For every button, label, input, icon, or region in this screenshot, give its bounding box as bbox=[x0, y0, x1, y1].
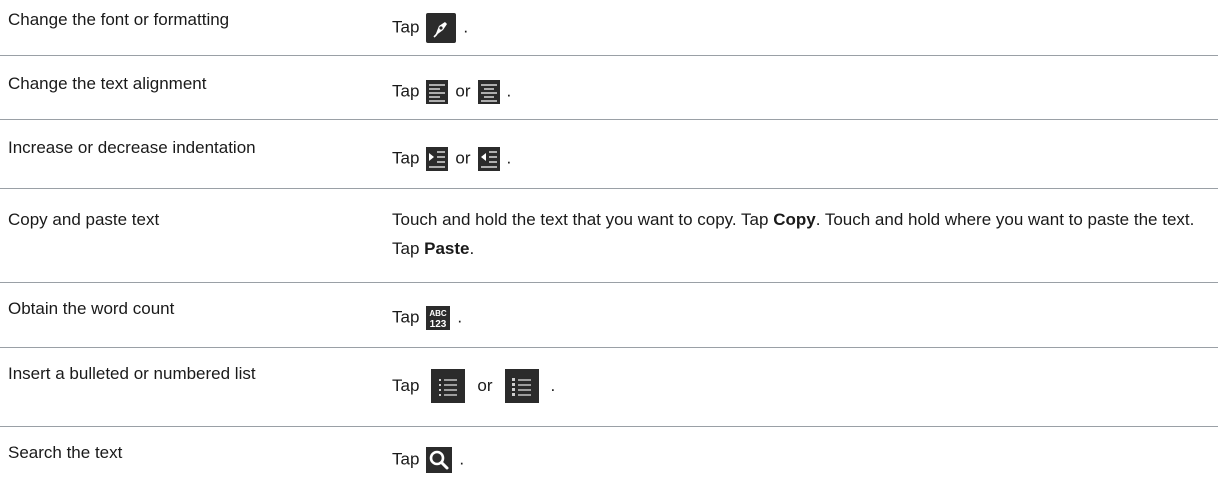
tap-text: Tap bbox=[392, 17, 420, 37]
table-row-font-formatting: Change the font or formatting Tap . bbox=[0, 0, 1218, 56]
table-row-word-count: Obtain the word count Tap ABC 123 . bbox=[0, 282, 1218, 348]
word-count-bottom-text: 123 bbox=[430, 319, 447, 330]
table-row-search: Search the text Tap . bbox=[0, 426, 1218, 488]
period-text: . bbox=[457, 307, 463, 327]
instruction-text: . bbox=[469, 239, 475, 258]
copy-command: Copy bbox=[773, 210, 816, 229]
task-label: Search the text bbox=[8, 443, 123, 462]
paste-command: Paste bbox=[424, 239, 470, 258]
task-label: Increase or decrease indentation bbox=[8, 138, 256, 157]
or-text: or bbox=[455, 148, 471, 168]
action-cell: Touch and hold the text that you want to… bbox=[392, 205, 1204, 263]
table-row-indentation: Increase or decrease indentation Tap or … bbox=[0, 119, 1218, 189]
period-text: . bbox=[506, 81, 512, 101]
period-text: . bbox=[506, 148, 512, 168]
indent-decrease-icon[interactable] bbox=[477, 146, 500, 171]
instruction-text: Touch and hold the text that you want to… bbox=[392, 210, 774, 229]
action-cell: Tap . bbox=[392, 444, 1204, 475]
action-cell: Tap or . bbox=[392, 143, 1204, 174]
table-row-text-alignment: Change the text alignment Tap or . bbox=[0, 55, 1218, 120]
or-text: or bbox=[477, 376, 493, 395]
action-cell: Tap or . bbox=[392, 76, 1204, 107]
tap-text: Tap bbox=[392, 81, 420, 101]
word-count-icon[interactable]: ABC 123 bbox=[426, 305, 451, 330]
tap-text: Tap bbox=[392, 449, 420, 469]
bulleted-list-icon[interactable] bbox=[431, 369, 466, 403]
table-row-lists: Insert a bulleted or numbered list Tap o… bbox=[0, 347, 1218, 427]
action-cell: Tap or . bbox=[392, 369, 1204, 403]
editing-tips-table: Change the font or formatting Tap . Chan… bbox=[0, 0, 1218, 489]
or-text: or bbox=[455, 81, 471, 101]
tap-text: Tap bbox=[392, 376, 420, 395]
task-label: Change the font or formatting bbox=[8, 10, 230, 29]
word-count-top-text: ABC bbox=[430, 309, 448, 318]
search-icon[interactable] bbox=[426, 446, 453, 473]
action-cell: Tap . bbox=[392, 12, 1204, 43]
tap-text: Tap bbox=[392, 307, 420, 327]
period-text: . bbox=[463, 17, 469, 37]
period-text: . bbox=[459, 449, 465, 469]
table-row-copy-paste: Copy and paste text Touch and hold the t… bbox=[0, 188, 1218, 283]
numbered-list-icon[interactable] bbox=[504, 369, 539, 403]
action-cell: Tap ABC 123 . bbox=[392, 302, 1204, 333]
indent-increase-icon[interactable] bbox=[426, 146, 449, 171]
task-label: Change the text alignment bbox=[8, 74, 207, 93]
align-center-icon[interactable] bbox=[477, 79, 500, 104]
task-label: Obtain the word count bbox=[8, 299, 175, 318]
align-left-icon[interactable] bbox=[426, 79, 449, 104]
task-label: Copy and paste text bbox=[8, 210, 160, 229]
tap-text: Tap bbox=[392, 148, 420, 168]
period-text: . bbox=[550, 376, 556, 395]
pen-formatting-icon[interactable] bbox=[426, 12, 457, 43]
task-label: Insert a bulleted or numbered list bbox=[8, 364, 256, 383]
